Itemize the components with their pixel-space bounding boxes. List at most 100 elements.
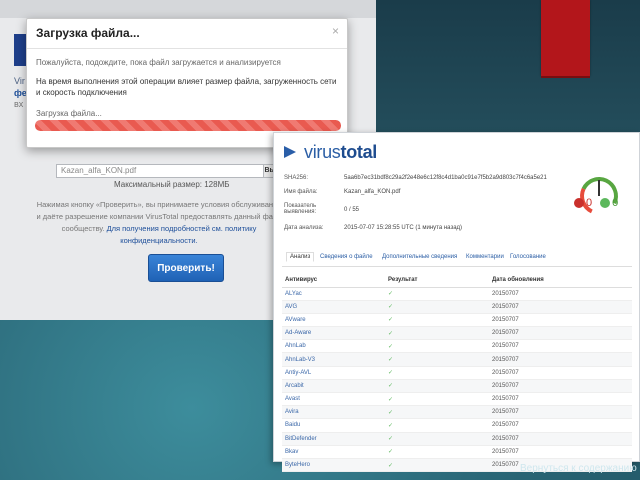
update-date: 20150707 [492,432,632,446]
header-result[interactable]: Результат [388,273,492,288]
antivirus-name[interactable]: Antiy-AVL [282,366,388,380]
terms-text: Нажимая кнопку «Проверить», вы принимает… [34,199,284,247]
table-row: Antiy-AVL ✓ 20150707 [282,366,632,380]
result-status-icon: ✓ [388,458,492,473]
table-row: Ad-Aware ✓ 20150707 [282,326,632,341]
side-text-b: фе [14,88,27,98]
antivirus-name[interactable]: BitDefender [282,432,388,446]
antivirus-name[interactable]: Bkav [282,445,388,459]
info-key: SHA256: [284,175,309,181]
antivirus-name[interactable]: Baidu [282,418,388,433]
update-date: 20150707 [492,418,632,433]
result-status-icon: ✓ [388,339,492,354]
table-row: Baidu ✓ 20150707 [282,418,632,433]
logo-total: total [340,141,378,162]
update-date: 20150707 [492,326,632,341]
detection-gauge-icon [574,171,624,221]
update-date: 20150707 [492,379,632,394]
result-status-icon: ✓ [388,379,492,394]
back-to-contents-link[interactable]: Вернуться к содержанию [520,463,637,474]
tab-votes[interactable]: Голосование [510,254,546,260]
antivirus-name[interactable]: AhnLab-V3 [282,352,388,367]
upload-progress-bar [35,120,341,131]
harmless-vote-count: 0 [612,197,619,209]
virustotal-logo: virustotal [284,141,377,163]
close-icon[interactable]: × [332,24,339,38]
result-status-icon: ✓ [388,300,492,314]
update-date: 20150707 [492,339,632,354]
tab-additional-info[interactable]: Дополнительные сведения [382,254,457,260]
red-ribbon-decoration [541,0,590,78]
table-header-row: Антивирус Результат Дата обновления [282,273,632,288]
malicious-vote-icon[interactable] [574,198,584,208]
file-name: Kazan_alfa_KON.pdf [61,166,137,175]
check-button[interactable]: Проверить! [148,254,224,282]
table-row: AhnLab ✓ 20150707 [282,339,632,354]
antivirus-name[interactable]: ByteHero [282,458,388,473]
privacy-link[interactable]: Для получения подробностей см. политику … [107,224,257,245]
table-row: AVG ✓ 20150707 [282,300,632,314]
antivirus-name[interactable]: Arcabit [282,379,388,394]
result-status-icon: ✓ [388,287,492,301]
table-row: Arcabit ✓ 20150707 [282,379,632,394]
antivirus-name[interactable]: Avast [282,392,388,407]
antivirus-name[interactable]: AVG [282,300,388,314]
antivirus-results-table: Антивирус Результат Дата обновления ALYa… [282,273,632,473]
modal-header: Загрузка файла... × [27,19,347,49]
table-row: Avast ✓ 20150707 [282,392,632,407]
upload-modal: Загрузка файла... × Пожалуйста, подождит… [26,18,348,148]
gauge-arc [574,171,624,221]
virustotal-wordmark: virustotal [304,142,377,163]
tab-analysis[interactable]: Анализ [286,252,315,262]
max-size-label: Максимальный размер: 128МБ [114,180,230,189]
result-tabs: Анализ Сведения о файле Дополнительные с… [282,252,632,267]
modal-text-info: На время выполнения этой операции влияет… [36,77,337,97]
antivirus-name[interactable]: AVware [282,313,388,328]
result-status-icon: ✓ [388,432,492,446]
upload-page-top-bar [0,0,376,18]
tab-file-info[interactable]: Сведения о файле [320,254,373,260]
info-value: 0 / 55 [344,207,360,213]
vote-counts: 0 0 [574,197,618,209]
info-value: Kazan_alfa_KON.pdf [344,189,401,195]
antivirus-name[interactable]: ALYac [282,287,388,301]
result-status-icon: ✓ [388,418,492,433]
modal-title: Загрузка файла... [36,26,140,40]
tab-comments[interactable]: Комментарии [466,254,504,260]
update-date: 20150707 [492,366,632,380]
side-text-a: Vir [14,76,25,86]
antivirus-name[interactable]: Ad-Aware [282,326,388,341]
update-date: 20150707 [492,445,632,459]
virustotal-results-panel: virustotal SHA256: 5aa6b7ec31bdf8c29a2f2… [273,132,640,473]
result-status-icon: ✓ [388,366,492,380]
table-row: Bkav ✓ 20150707 [282,445,632,459]
result-status-icon: ✓ [388,445,492,459]
table-row: Avira ✓ 20150707 [282,405,632,420]
modal-text-wait: Пожалуйста, подождите, пока файл загружа… [36,58,281,67]
result-status-icon: ✓ [388,313,492,328]
result-status-icon: ✓ [388,392,492,407]
info-key: Имя файла: [284,189,318,195]
file-input[interactable]: Kazan_alfa_KON.pdf Вы [56,164,277,178]
update-date: 20150707 [492,313,632,328]
gauge-needle [598,180,600,196]
antivirus-name[interactable]: Avira [282,405,388,420]
antivirus-name[interactable]: AhnLab [282,339,388,354]
header-update-date[interactable]: Дата обновления [492,273,632,288]
modal-body: Пожалуйста, подождите, пока файл загружа… [36,57,340,119]
malicious-vote-count: 0 [586,197,593,209]
header-antivirus[interactable]: Антивирус [282,273,388,288]
logo-virus: virus [304,141,341,162]
harmless-vote-icon[interactable] [600,198,611,208]
update-date: 20150707 [492,300,632,314]
update-date: 20150707 [492,405,632,420]
side-text-c: вх [14,99,24,109]
info-value: 5aa6b7ec31bdf8c29a2f2e48e6c12f8c4d1ba0c9… [344,175,547,181]
modal-status: Загрузка файла... [36,109,102,118]
result-status-icon: ✓ [388,352,492,367]
update-date: 20150707 [492,352,632,367]
table-row: AVware ✓ 20150707 [282,313,632,328]
info-key: Дата анализа: [284,225,324,231]
info-value: 2015-07-07 15:28:55 UTC (1 минута назад) [344,225,463,231]
table-row: BitDefender ✓ 20150707 [282,432,632,446]
